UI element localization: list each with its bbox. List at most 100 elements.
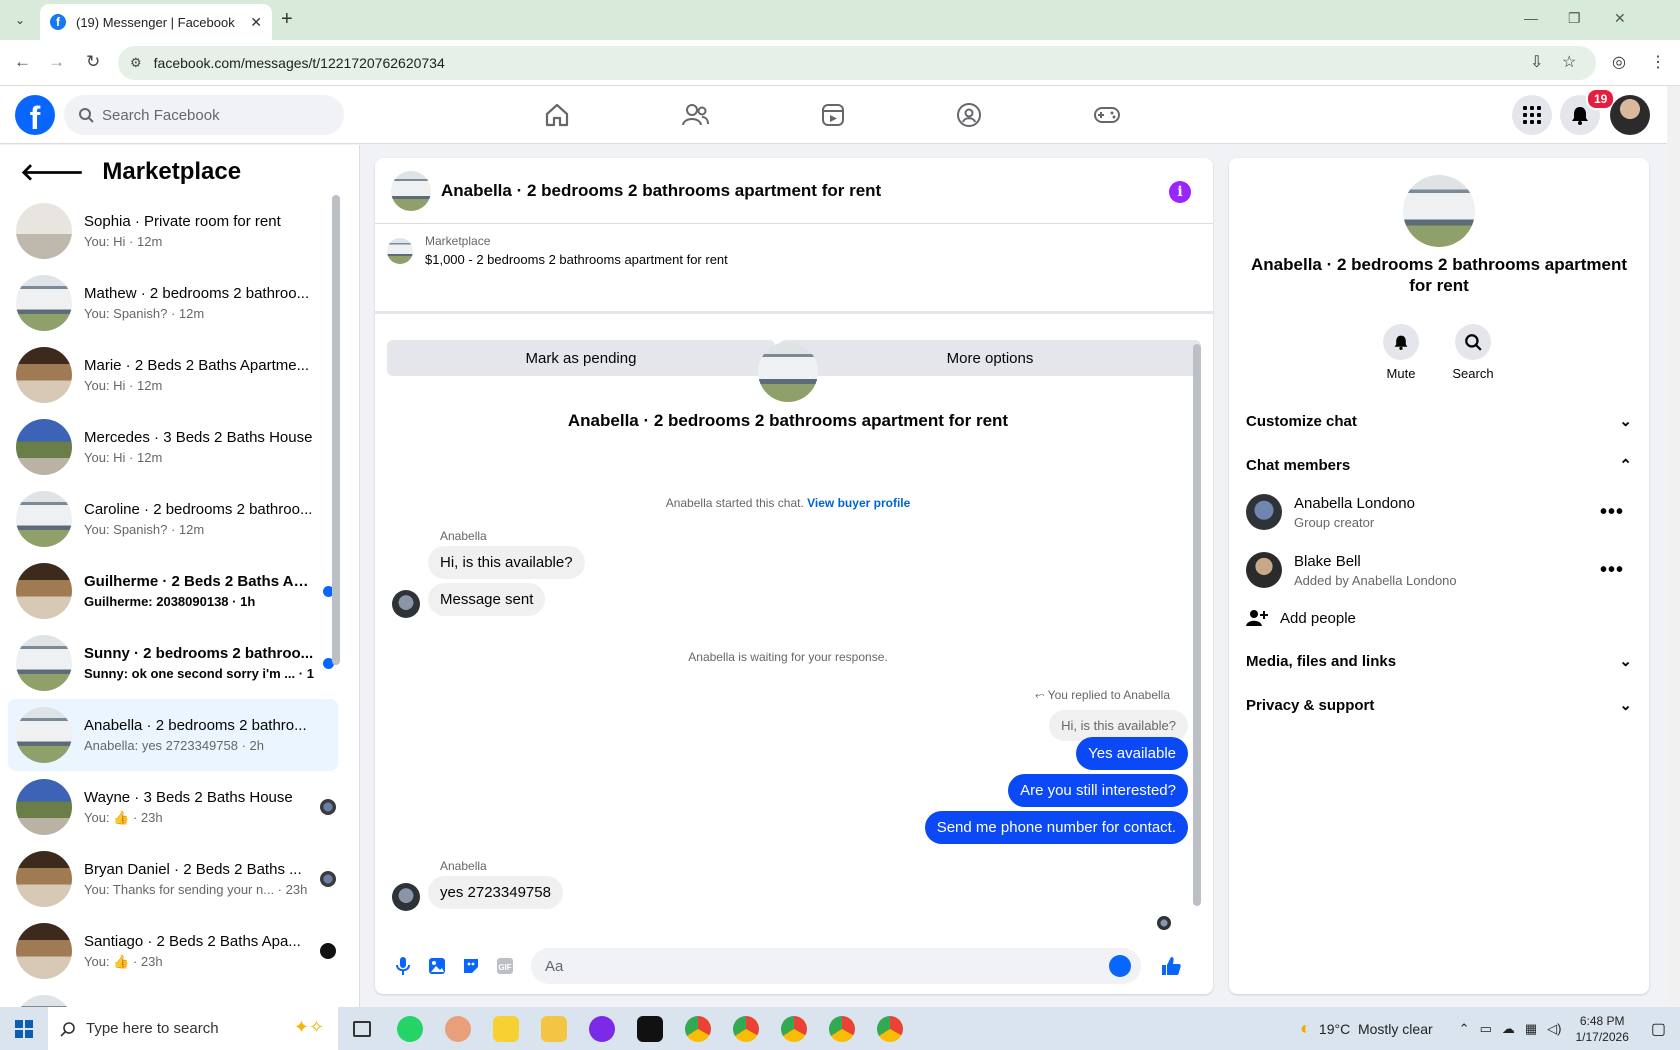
listing-summary[interactable]: Marketplace $1,000 - 2 bedrooms 2 bathro…: [387, 234, 728, 267]
network-icon[interactable]: ▭: [1480, 1021, 1492, 1037]
conversation-item[interactable]: Mathew · 2 bedrooms 2 bathroo... You: Spa…: [8, 267, 338, 339]
start-button[interactable]: [0, 1019, 48, 1038]
reload-button[interactable]: ↻: [86, 52, 100, 72]
outgoing-message[interactable]: Yes available: [1076, 737, 1188, 770]
chat-scrollbar[interactable]: [1193, 344, 1201, 906]
outgoing-message[interactable]: Send me phone number for contact.: [924, 811, 1188, 844]
chevron-up-icon[interactable]: ⌃: [1459, 1021, 1470, 1037]
sidebar-scrollbar[interactable]: [332, 195, 340, 665]
close-window-button[interactable]: ✕: [1614, 10, 1626, 27]
incoming-message[interactable]: Message sent: [428, 583, 546, 616]
conversation-item[interactable]: Anabella · 2 bedrooms 2 bathro... Anabell…: [8, 699, 338, 771]
outgoing-message[interactable]: Are you still interested?: [1008, 774, 1188, 807]
chrome-icon[interactable]: [674, 1007, 722, 1050]
friends-nav-icon[interactable]: [680, 100, 710, 130]
search-in-chat-button[interactable]: Search: [1443, 324, 1503, 381]
incoming-message[interactable]: Hi, is this available?: [428, 546, 585, 579]
conversation-item[interactable]: Bryan Daniel · 2 Beds 2 Baths ... You: Th…: [8, 843, 338, 915]
browser-menu-icon[interactable]: ⋮: [1650, 52, 1666, 72]
sender-avatar[interactable]: [392, 590, 420, 618]
canva-icon[interactable]: [578, 1007, 626, 1050]
restore-button[interactable]: ❐: [1568, 10, 1581, 27]
account-avatar[interactable]: [1610, 95, 1650, 135]
capcut-icon[interactable]: [626, 1007, 674, 1050]
profile-icon[interactable]: ◎: [1612, 52, 1626, 72]
new-tab-button[interactable]: +: [281, 8, 293, 31]
chrome-icon[interactable]: [866, 1007, 914, 1050]
chrome-icon[interactable]: [818, 1007, 866, 1050]
page-scrollbar[interactable]: [1667, 86, 1680, 1007]
sender-avatar[interactable]: [392, 883, 420, 911]
photo-icon[interactable]: [423, 952, 451, 980]
emoji-icon[interactable]: [1109, 955, 1131, 977]
microphone-icon[interactable]: [389, 952, 417, 980]
facebook-logo[interactable]: f: [15, 95, 55, 135]
forward-button[interactable]: →: [48, 52, 65, 72]
sticker-icon[interactable]: [457, 952, 485, 980]
chat-members-section[interactable]: Chat members ⌃: [1246, 456, 1632, 475]
conversation-item[interactable]: Mary · 2 bedrooms 2 bathroo...: [8, 987, 338, 1007]
conversation-item[interactable]: Sophia · Private room for rent You: Hi · …: [8, 195, 338, 267]
onedrive-icon[interactable]: ☁: [1502, 1021, 1515, 1037]
gif-icon[interactable]: GIF: [491, 952, 519, 980]
chrome-icon[interactable]: [722, 1007, 770, 1050]
browser-tab[interactable]: f (19) Messenger | Facebook ✕: [40, 4, 272, 40]
wifi-icon[interactable]: ▦: [1525, 1021, 1537, 1037]
video-nav-icon[interactable]: [818, 100, 848, 130]
more-options-icon[interactable]: •••: [1600, 559, 1624, 582]
tab-search-button[interactable]: ⌄: [8, 10, 32, 30]
notification-center-icon[interactable]: ▢: [1651, 1019, 1666, 1039]
chrome-icon[interactable]: [770, 1007, 818, 1050]
back-arrow-icon[interactable]: 🡐: [20, 157, 84, 187]
privacy-support-section[interactable]: Privacy & support ⌄: [1246, 696, 1632, 715]
conversation-item[interactable]: Mercedes · 3 Beds 2 Baths House You: Hi ·…: [8, 411, 338, 483]
sticky-notes-icon[interactable]: [482, 1007, 530, 1050]
incoming-message[interactable]: yes 2723349758: [428, 876, 563, 909]
add-people-button[interactable]: Add people: [1246, 608, 1632, 628]
paint-icon[interactable]: [434, 1007, 482, 1050]
home-nav-icon[interactable]: [542, 100, 572, 130]
conversation-thumbnail: [16, 203, 72, 259]
conversation-item[interactable]: Caroline · 2 bedrooms 2 bathroo... You: S…: [8, 483, 338, 555]
conversation-item[interactable]: Guilherme · 2 Beds 2 Baths Ap... Guilherm…: [8, 555, 338, 627]
minimize-button[interactable]: —: [1524, 10, 1538, 26]
more-options-button[interactable]: More options: [779, 340, 1201, 376]
info-icon[interactable]: i: [1169, 181, 1191, 203]
conversation-item[interactable]: Marie · 2 Beds 2 Baths Apartme... You: Hi…: [8, 339, 338, 411]
conversation-item[interactable]: Santiago · 2 Beds 2 Baths Apa... You: 👍 ·…: [8, 915, 338, 987]
clock[interactable]: 6:48 PM 1/17/2026: [1575, 1013, 1628, 1045]
member-row[interactable]: Anabella Londono Group creator •••: [1246, 494, 1632, 530]
more-options-icon[interactable]: •••: [1600, 501, 1624, 524]
back-button[interactable]: ←: [14, 52, 31, 72]
mute-button[interactable]: Mute: [1371, 324, 1431, 381]
site-info-icon[interactable]: ⚙: [130, 55, 142, 71]
weather-text[interactable]: 19°C Mostly clear: [1319, 1021, 1433, 1037]
mark-as-pending-button[interactable]: Mark as pending: [387, 340, 775, 376]
install-app-icon[interactable]: ⇩: [1530, 52, 1543, 72]
customize-chat-section[interactable]: Customize chat ⌄: [1246, 412, 1632, 431]
groups-nav-icon[interactable]: [954, 100, 984, 130]
weather-icon[interactable]: ◐: [1300, 1018, 1311, 1039]
whatsapp-icon[interactable]: [386, 1007, 434, 1050]
task-view-icon[interactable]: [338, 1007, 386, 1050]
gaming-nav-icon[interactable]: [1092, 100, 1122, 130]
conversation-name: Bryan Daniel · 2 Beds 2 Baths ...: [84, 861, 302, 878]
member-row[interactable]: Blake Bell Added by Anabella Londono •••: [1246, 552, 1632, 588]
thumbs-up-icon[interactable]: [1157, 952, 1185, 980]
tab-close-icon[interactable]: ✕: [250, 14, 262, 31]
view-buyer-profile-link[interactable]: View buyer profile: [807, 496, 910, 510]
address-bar[interactable]: ⚙ facebook.com/messages/t/12217207626207…: [118, 46, 1596, 80]
listing-title: $1,000 - 2 bedrooms 2 bathrooms apartmen…: [425, 252, 728, 267]
volume-icon[interactable]: ◁): [1547, 1021, 1561, 1037]
conversation-item[interactable]: Wayne · 3 Beds 2 Baths House You: 👍 · 23h: [8, 771, 338, 843]
message-input[interactable]: Aa: [531, 948, 1141, 984]
chat-avatar[interactable]: [391, 170, 431, 211]
bookmark-star-icon[interactable]: ☆: [1562, 52, 1576, 72]
media-files-section[interactable]: Media, files and links ⌄: [1246, 652, 1632, 671]
facebook-search-input[interactable]: Search Facebook: [64, 95, 344, 135]
conversation-thumbnail: [16, 563, 72, 619]
taskbar-search[interactable]: Type here to search ✦✧: [48, 1007, 338, 1050]
conversation-item[interactable]: Sunny · 2 bedrooms 2 bathroo... Sunny: ok…: [8, 627, 338, 699]
menu-grid-button[interactable]: [1512, 95, 1552, 135]
file-explorer-icon[interactable]: [530, 1007, 578, 1050]
